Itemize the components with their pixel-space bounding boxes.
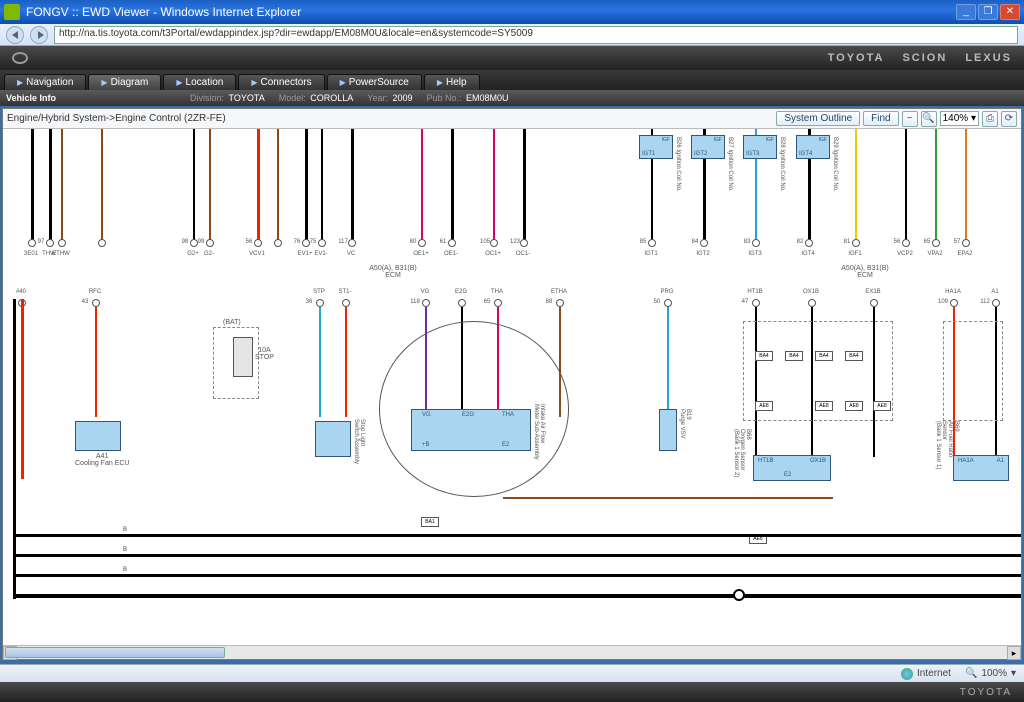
tab-powersource[interactable]: ▶PowerSource bbox=[327, 74, 422, 90]
purge-vsv-box bbox=[659, 409, 677, 451]
window-title: FONGV :: EWD Viewer - Windows Internet E… bbox=[26, 5, 301, 19]
forward-button[interactable] bbox=[30, 26, 48, 44]
junction-box: AE8 bbox=[873, 401, 891, 411]
ie-zoom-value[interactable]: 100% bbox=[981, 668, 1007, 679]
viewer-toolbar: Engine/Hybrid System->Engine Control (2Z… bbox=[3, 109, 1021, 129]
ignition-coil-box: IGFIGT4 bbox=[796, 135, 830, 159]
wire bbox=[905, 129, 907, 241]
junction-box: AE8 bbox=[815, 401, 833, 411]
url-input[interactable]: http://na.tis.toyota.com/t3Portal/ewdapp… bbox=[54, 26, 1018, 44]
ie-icon bbox=[4, 4, 20, 20]
wire bbox=[935, 129, 937, 241]
wire bbox=[965, 129, 967, 241]
brand-lexus: LEXUS bbox=[965, 52, 1012, 64]
wire bbox=[321, 129, 323, 241]
vehicle-info-bar: Vehicle Info Division: TOYOTA Model: COR… bbox=[0, 90, 1024, 106]
tab-diagram[interactable]: ▶Diagram bbox=[88, 74, 161, 90]
wire bbox=[49, 129, 52, 241]
o2-box: HT1B OX1B E2 bbox=[753, 455, 831, 481]
junction-box: BA4 bbox=[755, 351, 773, 361]
back-button[interactable] bbox=[6, 26, 24, 44]
junction-box: BA4 bbox=[785, 351, 803, 361]
nav-tabs: ▶Navigation ▶Diagram ▶Location ▶Connecto… bbox=[0, 70, 1024, 90]
horizontal-scrollbar[interactable]: ◂ ▸ bbox=[3, 645, 1021, 659]
ecm-label-1: A50(A), B31(B) ECM bbox=[363, 265, 423, 279]
bus-junction-node bbox=[733, 589, 745, 601]
ie-zoom-icon[interactable]: 🔍 bbox=[965, 668, 977, 679]
refresh-icon[interactable]: ⟳ bbox=[1001, 111, 1017, 127]
afr-area bbox=[943, 321, 1003, 421]
junction-box: BA4 bbox=[815, 351, 833, 361]
brand-bar: TOYOTA SCION LEXUS bbox=[0, 46, 1024, 70]
wire bbox=[31, 129, 34, 241]
tab-location[interactable]: ▶Location bbox=[163, 74, 236, 90]
brand-toyota: TOYOTA bbox=[828, 52, 885, 64]
wire bbox=[451, 129, 454, 241]
window-titlebar: FONGV :: EWD Viewer - Windows Internet E… bbox=[0, 0, 1024, 24]
scroll-right-button[interactable]: ▸ bbox=[1007, 646, 1021, 660]
zoom-out-icon[interactable]: − bbox=[902, 111, 918, 127]
cooling-fan-ecu-label: A41 Cooling Fan ECU bbox=[75, 453, 129, 467]
wire bbox=[277, 129, 279, 241]
wire bbox=[257, 129, 260, 241]
scroll-thumb[interactable] bbox=[5, 647, 225, 658]
address-bar: http://na.tis.toyota.com/t3Portal/ewdapp… bbox=[0, 24, 1024, 46]
ignition-coil-box: IGFIGT3 bbox=[743, 135, 777, 159]
wire bbox=[193, 129, 195, 241]
cooling-fan-ecu-box bbox=[75, 421, 121, 451]
ecm-label-2: A50(A), B31(B) ECM bbox=[835, 265, 895, 279]
junction-box: AE8 bbox=[845, 401, 863, 411]
junction-box: BA1 bbox=[421, 517, 439, 527]
fuse-stop bbox=[233, 337, 253, 377]
internet-zone-icon bbox=[901, 668, 913, 680]
tab-help[interactable]: ▶Help bbox=[424, 74, 480, 90]
wire bbox=[855, 129, 857, 241]
ignition-coil-box: IGFIGT2 bbox=[691, 135, 725, 159]
brand-scion: SCION bbox=[902, 52, 947, 64]
close-button[interactable]: ✕ bbox=[1000, 4, 1020, 20]
ignition-coil-box: IGFIGT1 bbox=[639, 135, 673, 159]
ie-status-bar: Internet 🔍 100% ▾ bbox=[0, 664, 1024, 682]
diagram-canvas[interactable]: 3E0197THWETHW98G2+99G2-56VCV176EV1+75EV1… bbox=[3, 129, 1021, 645]
zoom-in-icon[interactable]: 🔍 bbox=[921, 111, 937, 127]
wire bbox=[421, 129, 423, 241]
tab-connectors[interactable]: ▶Connectors bbox=[238, 74, 324, 90]
diagram-viewer: Engine/Hybrid System->Engine Control (2Z… bbox=[2, 108, 1022, 660]
wire bbox=[209, 129, 211, 241]
footer-bar: TOYOTA bbox=[0, 682, 1024, 702]
stop-light-switch-box bbox=[315, 421, 351, 457]
highlight-circle bbox=[379, 321, 569, 497]
bus-line bbox=[13, 534, 1021, 537]
wire bbox=[523, 129, 526, 241]
toyota-logo-icon bbox=[12, 52, 28, 64]
maximize-button[interactable]: ❐ bbox=[978, 4, 998, 20]
vehicle-info-heading: Vehicle Info bbox=[6, 93, 56, 103]
minimize-button[interactable]: _ bbox=[956, 4, 976, 20]
wire bbox=[493, 129, 495, 241]
wire bbox=[351, 129, 354, 241]
wire bbox=[61, 129, 63, 241]
junction-box: BA4 bbox=[845, 351, 863, 361]
zone-label: Internet bbox=[917, 668, 951, 679]
afr-box: HA1A A1 bbox=[953, 455, 1009, 481]
print-icon[interactable]: ⎙ bbox=[982, 111, 998, 127]
system-outline-button[interactable]: System Outline bbox=[776, 111, 860, 126]
wire bbox=[305, 129, 308, 241]
zoom-select[interactable]: 140% ▾ bbox=[940, 111, 979, 126]
junction-box: AE8 bbox=[755, 401, 773, 411]
find-button[interactable]: Find bbox=[863, 111, 898, 126]
wire bbox=[101, 129, 103, 241]
breadcrumb: Engine/Hybrid System->Engine Control (2Z… bbox=[7, 113, 226, 124]
tab-navigation[interactable]: ▶Navigation bbox=[4, 74, 86, 90]
